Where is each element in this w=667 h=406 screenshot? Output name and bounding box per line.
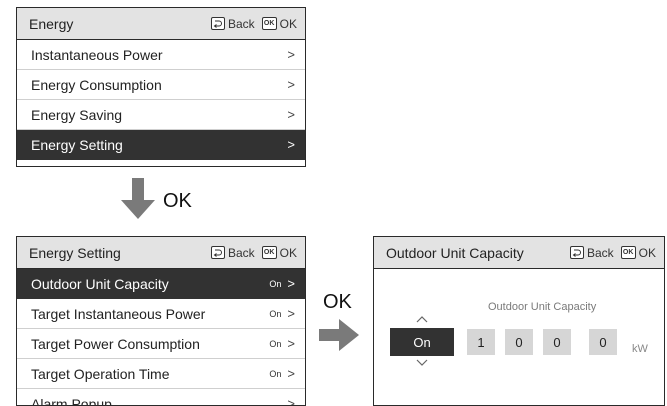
menu-item-target-power-consumption[interactable]: Target Power Consumption On > [17, 329, 305, 359]
menu-item-label: Energy Setting [31, 137, 287, 153]
menu-item-label: Energy Consumption [31, 77, 287, 93]
menu-item-target-instantaneous-power[interactable]: Target Instantaneous Power On > [17, 299, 305, 329]
menu-item-energy-saving[interactable]: Energy Saving > [17, 100, 305, 130]
menu-item-label: Alarm Popup [31, 396, 281, 406]
back-label[interactable]: Back [228, 17, 255, 31]
menu-item-label: Energy Saving [31, 107, 287, 123]
ok-label[interactable]: OK [280, 246, 297, 260]
arrow-right-icon [319, 319, 359, 351]
chevron-right-icon: > [287, 47, 295, 62]
menu-item-target-operation-time[interactable]: Target Operation Time On > [17, 359, 305, 389]
menu-item-energy-consumption[interactable]: Energy Consumption > [17, 70, 305, 100]
back-icon[interactable] [570, 246, 584, 259]
ok-label[interactable]: OK [280, 17, 297, 31]
chevron-right-icon: > [287, 77, 295, 92]
chevron-up-icon[interactable] [416, 315, 428, 323]
arrow-down-label: OK [163, 190, 192, 213]
chevron-right-icon: > [287, 366, 295, 381]
capacity-digit-2[interactable]: 0 [505, 329, 533, 355]
arrow-right-label: OK [323, 291, 352, 314]
chevron-right-icon: > [287, 276, 295, 291]
unit-label: kW [632, 343, 648, 355]
menu-item-label: Instantaneous Power [31, 47, 287, 63]
back-label[interactable]: Back [587, 246, 614, 260]
menu-item-label: Target Power Consumption [31, 336, 269, 352]
panel-header: Outdoor Unit Capacity Back OK OK [374, 237, 664, 269]
page-title: Energy Setting [29, 245, 211, 261]
on-off-toggle[interactable]: On [390, 328, 454, 356]
capacity-digit-4[interactable]: 0 [589, 329, 617, 355]
chevron-right-icon: > [287, 137, 295, 152]
ok-icon[interactable]: OK [262, 246, 277, 259]
page-title: Energy [29, 16, 211, 32]
menu-item-value: On [269, 369, 281, 379]
menu-item-outdoor-unit-capacity[interactable]: Outdoor Unit Capacity On > [17, 269, 305, 299]
chevron-right-icon: > [287, 396, 295, 406]
ok-icon[interactable]: OK [262, 17, 277, 30]
energy-menu-panel: Energy Back OK OK Instantaneous Power > … [16, 7, 306, 167]
menu-item-value: On [269, 339, 281, 349]
back-label[interactable]: Back [228, 246, 255, 260]
menu-item-instantaneous-power[interactable]: Instantaneous Power > [17, 40, 305, 70]
arrow-down-icon [121, 178, 155, 220]
ok-label[interactable]: OK [639, 246, 656, 260]
capacity-digit-1[interactable]: 1 [467, 329, 495, 355]
capacity-caption: Outdoor Unit Capacity [488, 301, 596, 313]
menu-item-value: On [269, 309, 281, 319]
menu-item-label: Target Instantaneous Power [31, 306, 269, 322]
chevron-right-icon: > [287, 336, 295, 351]
menu-item-alarm-popup[interactable]: Alarm Popup > [17, 389, 305, 406]
capacity-digit-3[interactable]: 0 [543, 329, 571, 355]
menu-item-label: Outdoor Unit Capacity [31, 276, 269, 292]
menu-item-label: Target Operation Time [31, 366, 269, 382]
menu-item-value: On [269, 279, 281, 289]
menu-item-energy-setting[interactable]: Energy Setting > [17, 130, 305, 160]
outdoor-unit-capacity-panel: Outdoor Unit Capacity Back OK OK Outdoor… [373, 236, 665, 406]
panel-header: Energy Back OK OK [17, 8, 305, 40]
back-icon[interactable] [211, 246, 225, 259]
page-title: Outdoor Unit Capacity [386, 245, 570, 261]
chevron-down-icon[interactable] [416, 359, 428, 367]
back-icon[interactable] [211, 17, 225, 30]
chevron-right-icon: > [287, 306, 295, 321]
chevron-right-icon: > [287, 107, 295, 122]
panel-header: Energy Setting Back OK OK [17, 237, 305, 269]
energy-setting-panel: Energy Setting Back OK OK Outdoor Unit C… [16, 236, 306, 406]
ok-icon[interactable]: OK [621, 246, 636, 259]
